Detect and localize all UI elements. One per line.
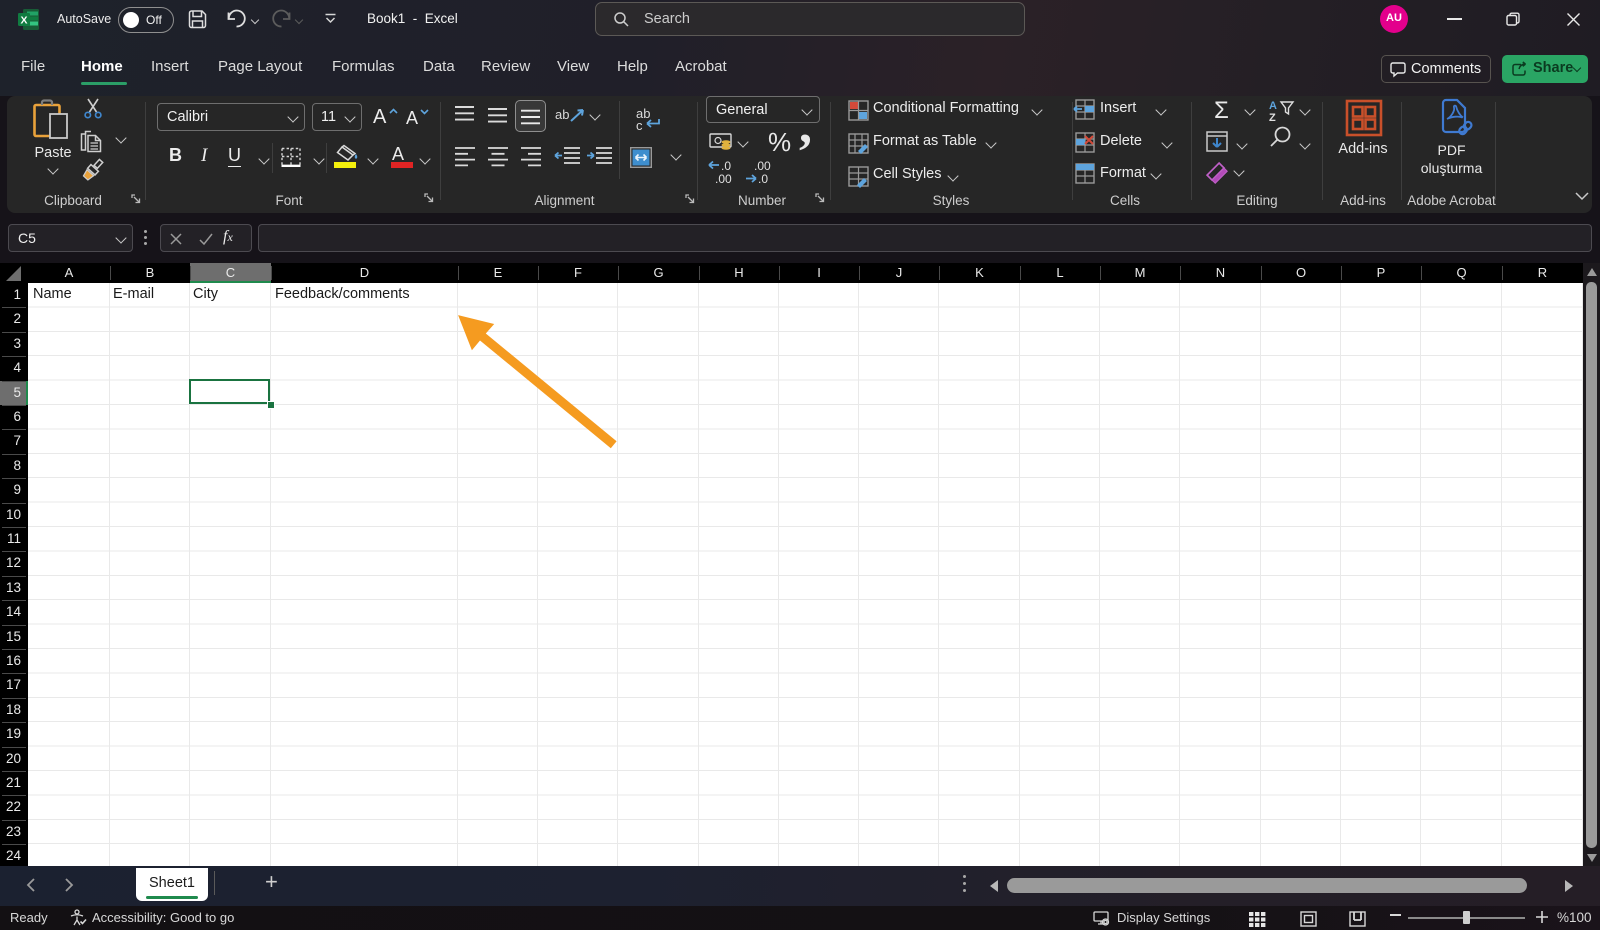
svg-text:.0: .0 bbox=[721, 159, 731, 173]
svg-text:c: c bbox=[636, 118, 643, 133]
svg-text:.0: .0 bbox=[758, 172, 768, 186]
svg-text:A: A bbox=[1269, 100, 1277, 112]
svg-text:Z: Z bbox=[1269, 112, 1276, 124]
svg-text:X: X bbox=[20, 15, 27, 27]
svg-text:.00: .00 bbox=[754, 159, 771, 173]
svg-text:ab: ab bbox=[555, 107, 569, 122]
svg-text:.00: .00 bbox=[715, 172, 732, 186]
